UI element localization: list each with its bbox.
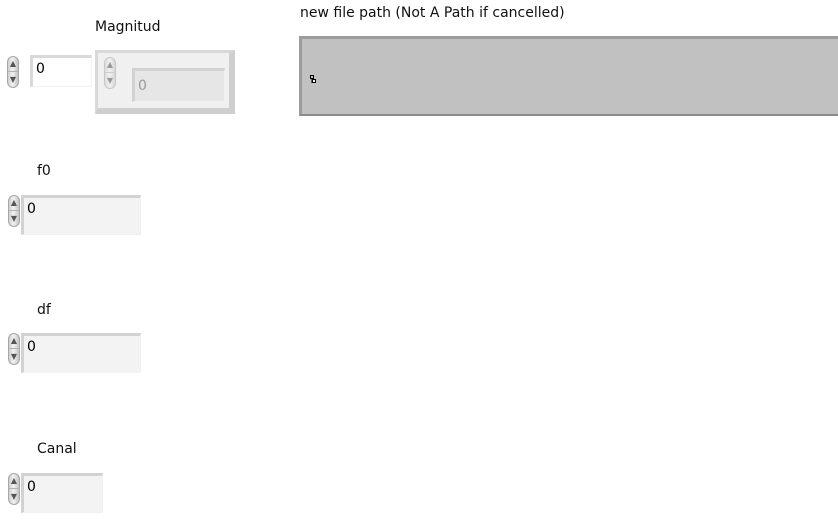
decrement-arrow-icon[interactable]: ▼ bbox=[9, 489, 19, 504]
magnitud-spinner: ▲ ▼ bbox=[104, 57, 116, 89]
unnamed-numeric-field[interactable]: 0 bbox=[30, 55, 92, 87]
path-browse-icon bbox=[310, 72, 318, 83]
canal-label: Canal bbox=[37, 441, 77, 457]
increment-arrow-icon[interactable]: ▲ bbox=[8, 57, 18, 72]
decrement-arrow-icon: ▼ bbox=[106, 75, 114, 85]
canal-field[interactable]: 0 bbox=[21, 473, 103, 513]
decrement-arrow-icon[interactable]: ▼ bbox=[9, 349, 19, 364]
increment-arrow-icon[interactable]: ▲ bbox=[9, 196, 19, 211]
df-label: df bbox=[37, 302, 51, 318]
increment-arrow-icon[interactable]: ▲ bbox=[9, 334, 19, 349]
magnitud-label: Magnitud bbox=[95, 19, 161, 35]
decrement-arrow-icon[interactable]: ▼ bbox=[8, 72, 18, 87]
f0-label: f0 bbox=[37, 163, 51, 179]
magnitud-field: 0 bbox=[132, 68, 225, 102]
unnamed-numeric-spinner[interactable]: ▲ ▼ bbox=[7, 56, 19, 88]
new-file-path-field[interactable] bbox=[299, 36, 838, 116]
f0-spinner[interactable]: ▲ ▼ bbox=[8, 195, 20, 227]
decrement-arrow-icon[interactable]: ▼ bbox=[9, 211, 19, 226]
increment-arrow-icon: ▲ bbox=[105, 58, 115, 73]
new-file-path-label: new file path (Not A Path if cancelled) bbox=[300, 5, 565, 21]
df-field[interactable]: 0 bbox=[21, 333, 141, 373]
f0-field[interactable]: 0 bbox=[21, 195, 141, 235]
df-spinner[interactable]: ▲ ▼ bbox=[8, 333, 20, 365]
canal-spinner[interactable]: ▲ ▼ bbox=[8, 473, 20, 505]
increment-arrow-icon[interactable]: ▲ bbox=[9, 474, 19, 489]
